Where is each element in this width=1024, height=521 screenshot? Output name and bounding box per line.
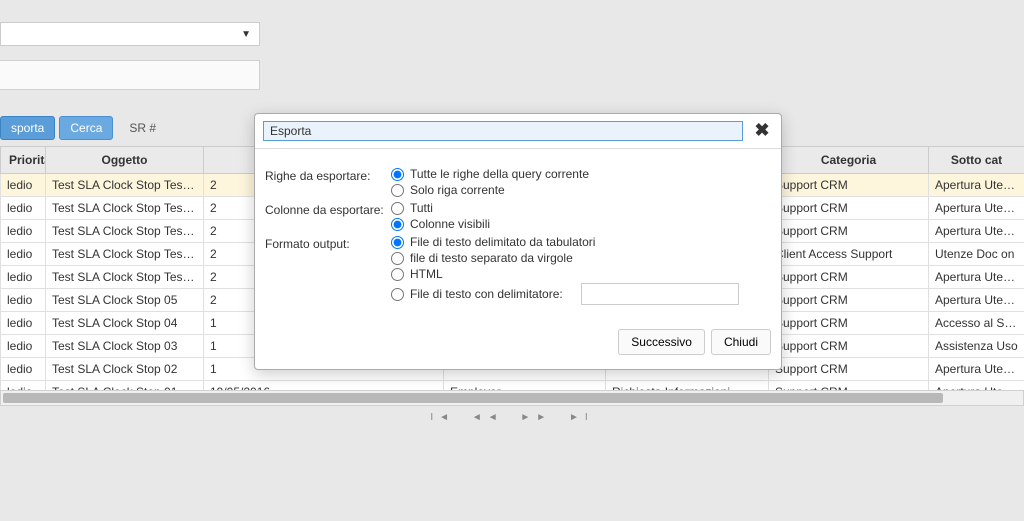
cell-priorita: ledio [1,220,46,243]
horizontal-scrollbar[interactable] [0,390,1024,406]
cols-to-export-label: Colonne da esportare: [265,201,391,217]
rows-current-option[interactable]: Solo riga corrente [391,183,771,197]
cell-oggetto: Test SLA Clock Stop 05 [46,289,204,312]
cell-oggetto: Test SLA Clock Stop Test F... [46,266,204,289]
cell-categoria: Support CRM [769,197,929,220]
output-format-label: Formato output: [265,235,391,251]
fmt-html-label: HTML [410,267,443,281]
cell-categoria: Client Access Support [769,243,929,266]
cols-visible-label: Colonne visibili [410,217,490,231]
top-dropdown[interactable]: ▼ [0,22,260,46]
next-button[interactable]: Successivo [618,329,705,355]
page-last-icon[interactable]: ►I [565,410,598,425]
cell-priorita: ledio [1,289,46,312]
fmt-delim-radio[interactable] [391,288,404,301]
dialog-header: ✖ [255,114,781,149]
cell-oggetto: Test SLA Clock Stop 02 [46,358,204,381]
rows-to-export-label: Righe da esportare: [265,167,391,183]
cell-priorita: ledio [1,243,46,266]
cell-categoria: Support CRM [769,312,929,335]
cell-sottocat: Apertura Utenza [929,289,1024,312]
cell-priorita: ledio [1,174,46,197]
cell-sottocat: Accesso al Serv [929,312,1024,335]
pagination-controls: I◄ ◄◄ ►► ►I [0,412,1024,423]
cols-visible-option[interactable]: Colonne visibili [391,217,771,231]
rows-all-option[interactable]: Tutte le righe della query corrente [391,167,771,181]
fmt-csv-option[interactable]: file di testo separato da virgole [391,251,771,265]
cols-all-option[interactable]: Tutti [391,201,771,215]
cell-sottocat: Apertura Utenza [929,174,1024,197]
fmt-csv-label: file di testo separato da virgole [410,251,573,265]
cell-oggetto: Test SLA Clock Stop Test F... [46,197,204,220]
export-dialog: ✖ Righe da esportare: Tutte le righe del… [254,113,782,370]
cell-categoria: Support CRM [769,335,929,358]
fmt-html-option[interactable]: HTML [391,267,771,281]
cols-visible-radio[interactable] [391,218,404,231]
delimiter-input[interactable] [581,283,739,305]
cell-categoria: Support CRM [769,174,929,197]
rows-all-radio[interactable] [391,168,404,181]
fmt-tab-radio[interactable] [391,236,404,249]
cell-priorita: ledio [1,335,46,358]
close-button[interactable]: Chiudi [711,329,771,355]
cell-sottocat: Utenze Doc on [929,243,1024,266]
cell-sottocat: Apertura Utenza [929,197,1024,220]
close-icon[interactable]: ✖ [751,120,773,142]
dialog-body: Righe da esportare: Tutte le righe della… [255,149,781,323]
fmt-csv-radio[interactable] [391,252,404,265]
col-header-oggetto[interactable]: Oggetto [46,147,204,174]
dialog-title-input[interactable] [263,121,743,141]
scrollbar-thumb[interactable] [3,393,943,403]
rows-current-radio[interactable] [391,184,404,197]
cell-priorita: ledio [1,312,46,335]
cell-priorita: ledio [1,266,46,289]
sr-label: SR # [129,121,156,135]
page-next-icon[interactable]: ►► [516,410,556,425]
secondary-panel [0,60,260,90]
page-first-icon[interactable]: I◄ [426,410,459,425]
fmt-tab-label: File di testo delimitato da tabulatori [410,235,595,249]
cell-sottocat: Apertura Utenza [929,266,1024,289]
cell-categoria: Support CRM [769,358,929,381]
cerca-button[interactable]: Cerca [59,116,113,140]
rows-current-label: Solo riga corrente [410,183,505,197]
cell-sottocat: Apertura Utenza [929,220,1024,243]
cell-oggetto: Test SLA Clock Stop 03 [46,335,204,358]
dialog-footer: Successivo Chiudi [255,323,781,369]
col-header-categoria[interactable]: Categoria [769,147,929,174]
cell-sottocat: Apertura Utenza [929,358,1024,381]
cell-oggetto: Test SLA Clock Stop Test F... [46,243,204,266]
cell-categoria: Support CRM [769,266,929,289]
fmt-tab-option[interactable]: File di testo delimitato da tabulatori [391,235,771,249]
rows-all-label: Tutte le righe della query corrente [410,167,589,181]
toolbar: sporta Cerca SR # [0,116,156,140]
cell-oggetto: Test SLA Clock Stop Test F... [46,174,204,197]
cell-sottocat: Assistenza Uso [929,335,1024,358]
col-header-sottocat[interactable]: Sotto cat [929,147,1024,174]
cell-oggetto: Test SLA Clock Stop 04 [46,312,204,335]
chevron-down-icon: ▼ [241,29,251,40]
cell-priorita: ledio [1,197,46,220]
fmt-delim-label: File di testo con delimitatore: [410,287,563,301]
cell-categoria: Support CRM [769,289,929,312]
cell-categoria: Support CRM [769,220,929,243]
cell-priorita: ledio [1,358,46,381]
page-prev-icon[interactable]: ◄◄ [468,410,508,425]
cols-all-label: Tutti [410,201,433,215]
esporta-button[interactable]: sporta [0,116,55,140]
cols-all-radio[interactable] [391,202,404,215]
col-header-priorita[interactable]: Priorità [1,147,46,174]
fmt-delim-option[interactable]: File di testo con delimitatore: [391,283,771,305]
cell-oggetto: Test SLA Clock Stop Test F... [46,220,204,243]
fmt-html-radio[interactable] [391,268,404,281]
